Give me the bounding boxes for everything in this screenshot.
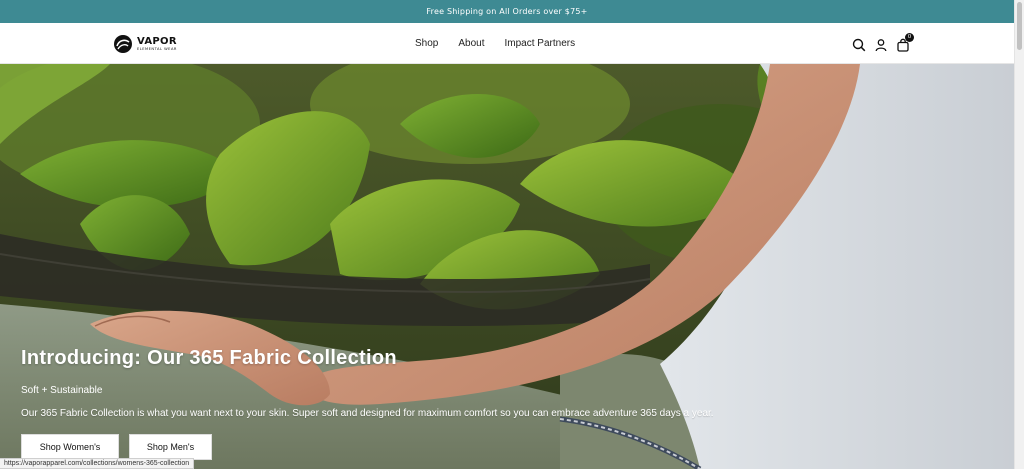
nav-item-about[interactable]: About — [458, 38, 484, 49]
vapor-swirl-logo-icon — [114, 35, 132, 53]
hero-title: Introducing: Our 365 Fabric Collection — [21, 347, 397, 369]
page-scrollbar[interactable] — [1014, 0, 1024, 469]
announcement-text: Free Shipping on All Orders over $75+ — [426, 7, 588, 16]
announcement-bar: Free Shipping on All Orders over $75+ — [0, 0, 1014, 23]
bag-icon[interactable]: 0 — [896, 32, 914, 52]
hero-buttons: Shop Women's Shop Men's — [21, 434, 212, 460]
hero-banner: Introducing: Our 365 Fabric Collection S… — [0, 64, 1014, 469]
status-bar-url: https://vaporapparel.com/collections/wom… — [0, 458, 195, 469]
hero-subtitle: Soft + Sustainable — [21, 385, 103, 396]
nav-item-shop[interactable]: Shop — [415, 38, 438, 49]
hero-copy: Introducing: Our 365 Fabric Collection S… — [21, 347, 714, 419]
user-icon[interactable] — [874, 37, 888, 51]
nav-item-impact-partners[interactable]: Impact Partners — [505, 38, 576, 49]
shop-womens-button[interactable]: Shop Women's — [21, 434, 119, 460]
cart-count-badge: 0 — [905, 32, 914, 42]
search-icon[interactable] — [852, 37, 866, 51]
site-header: VAPOR ELEMENTAL WEAR Shop About Impact P… — [0, 23, 1014, 64]
header-icons: 0 — [852, 23, 914, 64]
main-nav: Shop About Impact Partners — [415, 23, 595, 64]
brand-logo[interactable]: VAPOR ELEMENTAL WEAR — [113, 32, 177, 56]
brand-name: VAPOR — [137, 35, 177, 47]
brand-tagline: ELEMENTAL WEAR — [137, 46, 177, 51]
hero-description: Our 365 Fabric Collection is what you wa… — [21, 408, 714, 419]
shop-mens-button[interactable]: Shop Men's — [129, 434, 212, 460]
scrollbar-thumb[interactable] — [1017, 2, 1022, 50]
